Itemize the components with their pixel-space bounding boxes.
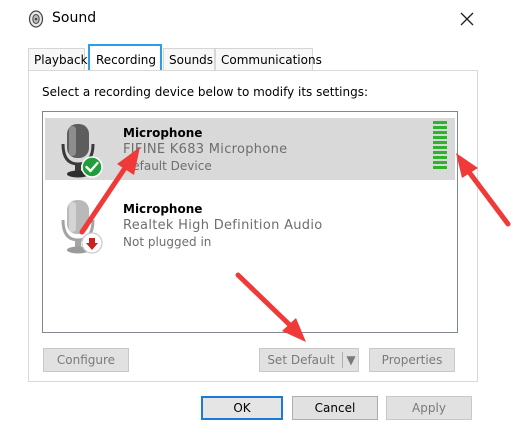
configure-button[interactable]: Configure [43, 348, 129, 372]
set-default-label: Set Default [267, 353, 335, 367]
window-title: Sound [52, 10, 97, 26]
ok-button[interactable]: OK [201, 396, 283, 420]
sound-dialog: Sound Playback Recording Sounds Communic… [18, 0, 484, 430]
set-default-separator [342, 352, 343, 368]
cancel-button[interactable]: Cancel [292, 396, 378, 420]
recording-panel: Select a recording device below to modif… [28, 70, 478, 382]
device-name: Microphone [123, 126, 203, 140]
device-name: Microphone [123, 202, 203, 216]
device-status: Default Device [123, 159, 212, 173]
device-status: Not plugged in [123, 235, 212, 249]
microphone-icon [61, 124, 103, 178]
chevron-down-icon[interactable]: ▼ [344, 349, 358, 371]
close-icon[interactable] [454, 6, 480, 32]
level-meter [433, 121, 447, 169]
microphone-icon [61, 200, 103, 254]
device-item-realtek[interactable]: Microphone Realtek High Definition Audio… [45, 194, 455, 256]
properties-button[interactable]: Properties [369, 348, 455, 372]
instructions-text: Select a recording device below to modif… [42, 85, 369, 99]
tab-sounds[interactable]: Sounds [163, 48, 215, 70]
title-bar: Sound [18, 0, 484, 38]
speaker-icon [28, 10, 44, 28]
red-down-arrow-icon [81, 232, 103, 254]
device-description: Realtek High Definition Audio [123, 218, 323, 233]
apply-button[interactable]: Apply [386, 396, 472, 420]
tab-recording[interactable]: Recording [88, 44, 162, 72]
tab-communications[interactable]: Communications [215, 48, 322, 70]
device-item-fifine[interactable]: Microphone FIFINE K683 Microphone Defaul… [45, 118, 455, 180]
tab-playback[interactable]: Playback [28, 48, 88, 70]
green-check-icon [81, 156, 103, 178]
device-list[interactable]: Microphone FIFINE K683 Microphone Defaul… [42, 111, 458, 333]
set-default-button[interactable]: Set Default ▼ [259, 348, 359, 372]
device-description: FIFINE K683 Microphone [123, 142, 288, 157]
